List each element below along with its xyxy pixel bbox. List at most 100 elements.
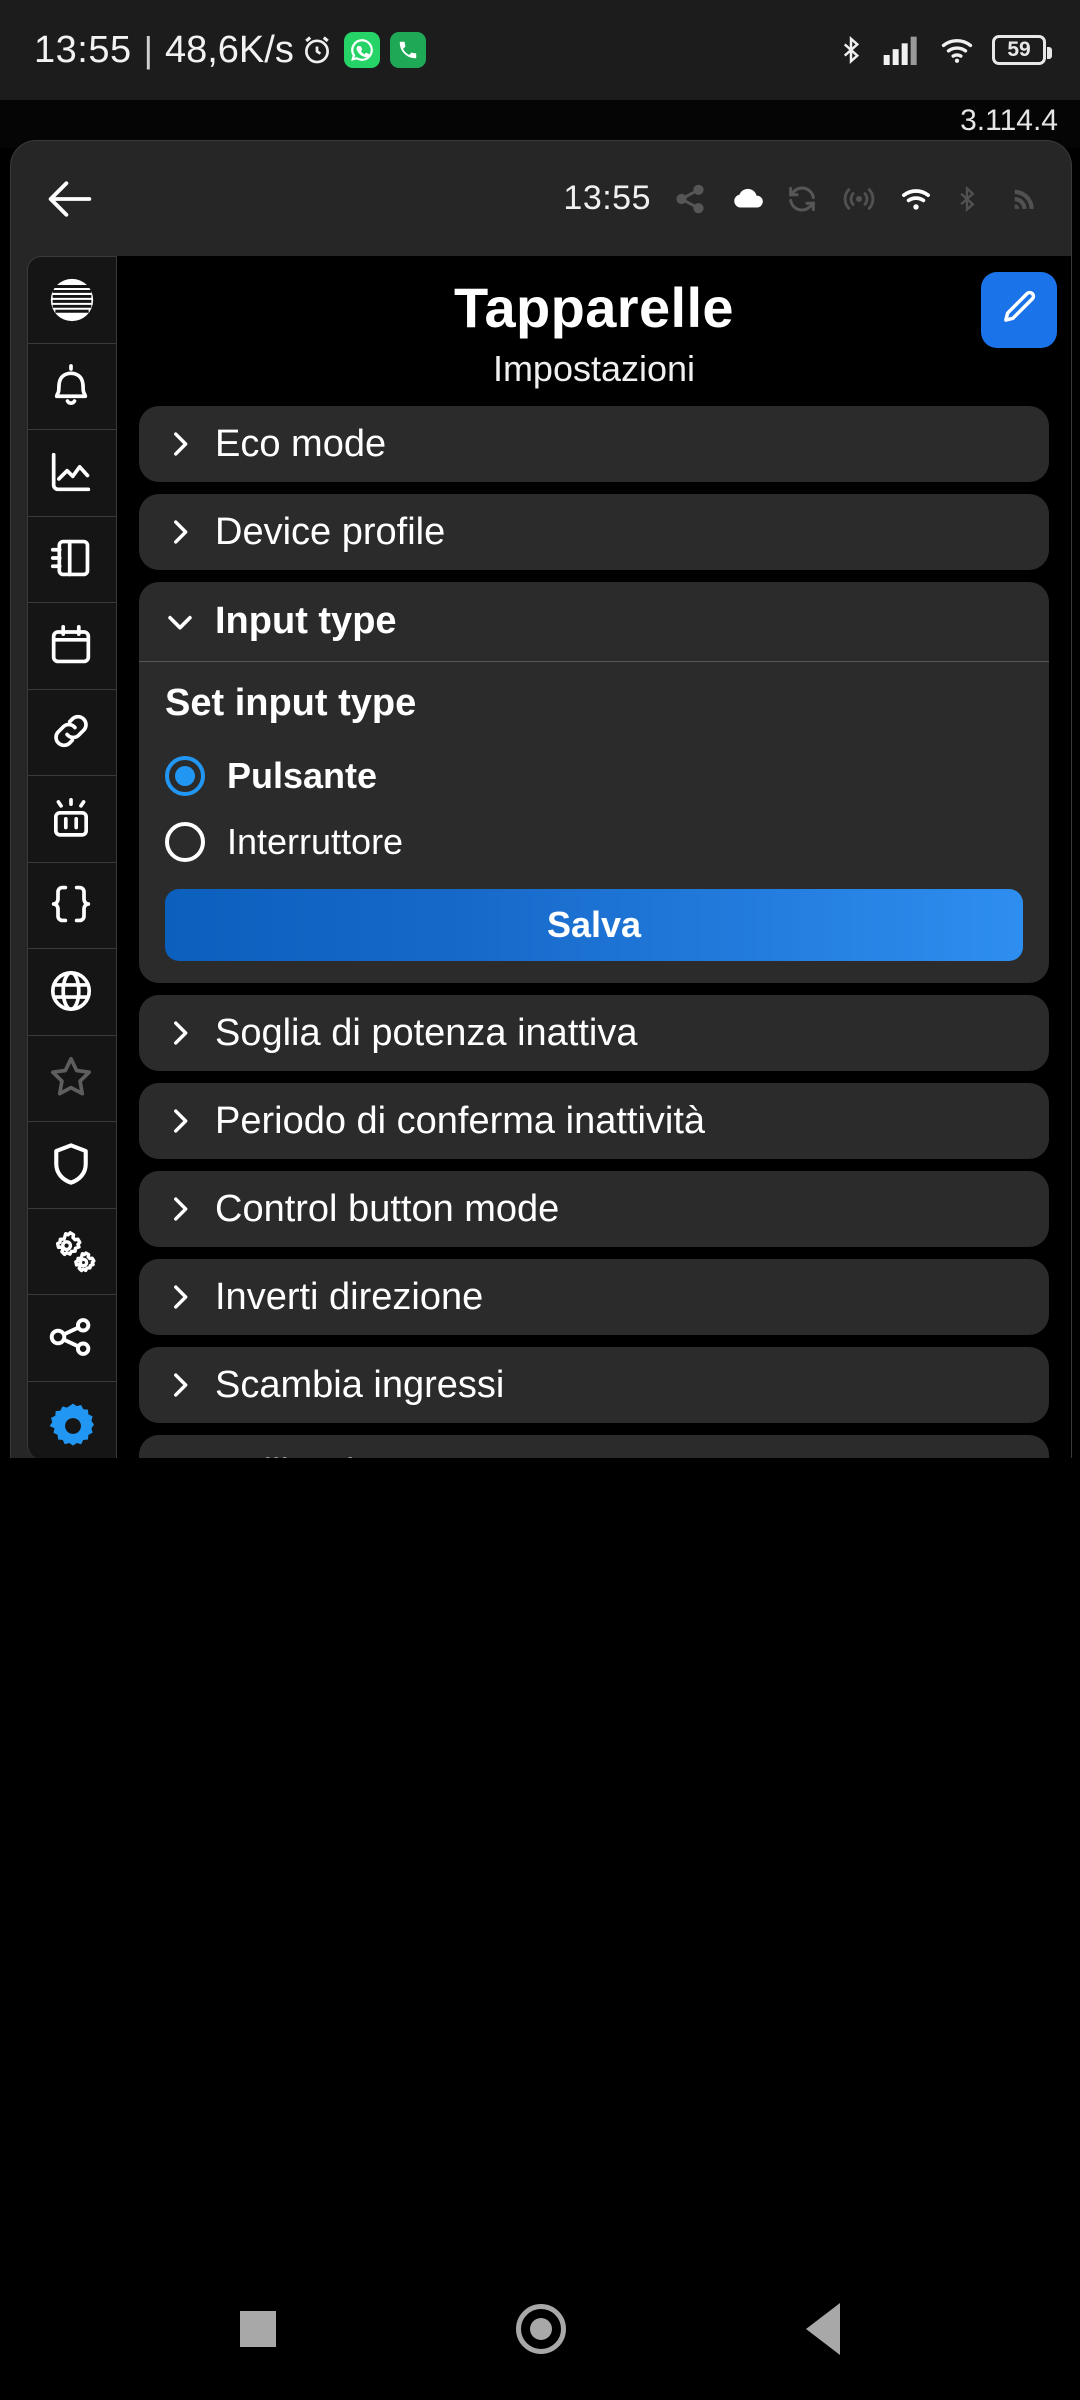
sidebar-item-link[interactable] [28,690,116,776]
settings-row-label: Calibration [215,1452,397,1458]
settings-row-label: Device profile [215,510,446,553]
os-status-bar: 13:55 | 48,6K/s 59 [0,0,1080,100]
network-speed-text: 48,6K/s [164,28,294,71]
radio-option-interruttore[interactable]: Interruttore [165,813,1023,871]
link-icon [45,705,99,759]
chevron-right-icon [163,427,197,461]
app-header: 13:55 [11,141,1071,256]
whatsapp-icon [343,32,380,68]
cellular-signal-icon [882,33,922,67]
status-bar-right: 59 [836,33,1052,67]
battery-percent: 59 [1007,38,1031,61]
sidebar-item-scene-device[interactable] [28,776,116,863]
chevron-right-icon [163,515,197,549]
sidebar [27,256,117,1458]
settings-row-periodo-conferma-inattivita[interactable]: Periodo di conferma inattività [139,1083,1049,1160]
radio-button-selected-icon[interactable] [165,756,205,797]
sidebar-item-notebook[interactable] [28,517,116,603]
scene-device-icon [45,792,99,846]
rss-signal-icon [1009,182,1043,216]
sidebar-item-schedule[interactable] [28,603,116,690]
radio-option-label: Interruttore [227,821,404,863]
sidebar-item-share[interactable] [28,1295,116,1382]
settings-list: Eco mode Device profile Input type Set i… [117,406,1071,1458]
sidebar-item-notifications[interactable] [28,344,116,430]
chevron-right-icon [163,1280,197,1314]
settings-row-calibration[interactable]: Calibration [139,1435,1049,1458]
wifi-icon [897,182,931,216]
star-icon [45,1051,99,1105]
calendar-icon [45,619,99,673]
settings-row-device-profile[interactable]: Device profile [139,494,1049,571]
settings-row-eco-mode[interactable]: Eco mode [139,406,1049,483]
chevron-right-icon [163,1192,197,1226]
recent-apps-square-icon[interactable] [240,2311,276,2347]
battery-indicator: 59 [992,35,1052,65]
sidebar-item-advanced[interactable] [28,1209,116,1295]
settings-row-label: Soglia di potenza inattiva [215,1011,638,1054]
home-circle-icon[interactable] [516,2304,566,2354]
status-separator: | [143,29,153,70]
gears-icon [45,1224,99,1278]
globe-icon [45,965,99,1019]
sync-icon [785,182,819,216]
braces-icon [45,878,99,932]
settings-row-soglia-potenza-inattiva[interactable]: Soglia di potenza inattiva [139,995,1049,1072]
chevron-right-icon [163,1104,197,1138]
sidebar-item-settings[interactable] [28,1382,116,1459]
alarm-icon [300,33,334,67]
app-version-text: 3.114.4 [960,104,1058,137]
bell-icon [45,359,99,413]
settings-row-label: Inverti direzione [215,1275,484,1318]
app-header-status: 13:55 [563,179,1043,218]
settings-row-label: Control button mode [215,1187,560,1230]
app-header-time: 13:55 [563,179,651,217]
edit-pencil-icon [998,287,1040,334]
settings-gear-icon [45,1398,99,1452]
radio-option-label: Pulsante [227,755,378,797]
cloud-icon [729,182,763,216]
sidebar-item-shutter[interactable] [28,257,116,344]
bluetooth-icon [836,33,866,67]
settings-row-control-button-mode[interactable]: Control button mode [139,1171,1049,1248]
app-body: Tapparelle Impostazioni Eco mode Device … [11,256,1071,1458]
settings-row-label: Eco mode [215,422,387,465]
sidebar-item-network[interactable] [28,949,116,1036]
page-subtitle: Impostazioni [492,348,696,390]
sidebar-item-favourite[interactable] [28,1036,116,1122]
title-block: Tapparelle Impostazioni [117,256,1071,406]
share-nodes-icon [673,182,707,216]
radio-option-pulsante[interactable]: Pulsante [165,747,1023,805]
chevron-down-icon [163,605,197,639]
settings-row-scambia-ingressi[interactable]: Scambia ingressi [139,1347,1049,1424]
sidebar-item-security[interactable] [28,1122,116,1209]
status-clock: 13:55 [34,28,132,71]
settings-group-body: Set input type Pulsante Interruttore Sal… [139,662,1049,983]
wifi-icon [938,33,976,67]
edit-button[interactable] [981,272,1057,348]
phone-icon [389,32,426,68]
chevron-right-icon [163,1368,197,1402]
notebook-icon [45,532,99,586]
android-nav-bar [0,2258,1080,2400]
broadcast-icon [841,182,875,216]
page-title: Tapparelle [454,276,734,339]
settings-row-inverti-direzione[interactable]: Inverti direzione [139,1259,1049,1336]
back-triangle-icon[interactable] [806,2303,840,2355]
sidebar-item-braces[interactable] [28,863,116,949]
radio-button-unselected-icon[interactable] [165,822,205,863]
set-input-type-title: Set input type [165,682,417,725]
settings-group-header[interactable]: Input type [139,582,1049,663]
chart-icon [45,446,99,500]
app-window: 13:55 Tapparelle Impostazioni Eco mode D… [10,140,1072,1458]
settings-group-input-type: Input type Set input type Pulsante Inter… [139,582,1049,984]
settings-group-label: Input type [215,600,397,643]
share-icon [45,1311,99,1365]
save-button[interactable]: Salva [165,889,1023,962]
shield-icon [45,1138,99,1192]
sidebar-item-chart[interactable] [28,430,116,517]
back-button[interactable] [37,166,103,232]
chevron-right-icon [163,1016,197,1050]
shutter-icon [45,273,99,327]
chevron-right-icon [163,1456,197,1458]
